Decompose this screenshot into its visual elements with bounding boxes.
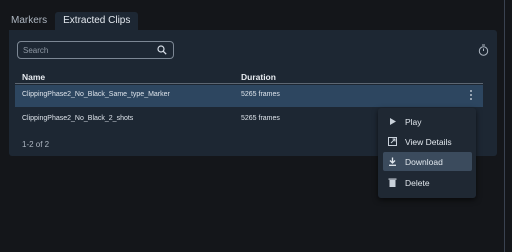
header-divider <box>15 83 483 84</box>
menu-item-label: Delete <box>405 178 430 188</box>
menu-item-download[interactable]: Download <box>383 152 472 171</box>
clip-name: ClippingPhase2_No_Black_2_shots <box>22 115 134 122</box>
more-options-icon[interactable] <box>469 90 473 102</box>
menu-item-label: View Details <box>405 137 452 147</box>
menu-item-play[interactable]: Play <box>383 112 472 131</box>
column-header-duration[interactable]: Duration <box>241 72 276 82</box>
menu-item-label: Download <box>405 157 443 167</box>
menu-item-label: Play <box>405 117 422 127</box>
search-icon[interactable] <box>157 45 167 55</box>
column-header-name[interactable]: Name <box>22 72 45 82</box>
context-menu: Play View Details Download Delete <box>378 108 476 198</box>
tab-markers[interactable]: Markers <box>3 12 55 30</box>
menu-item-delete[interactable]: Delete <box>383 173 472 192</box>
download-icon <box>389 157 396 166</box>
play-icon <box>390 118 396 125</box>
timer-icon[interactable] <box>478 44 489 56</box>
search-box[interactable] <box>17 41 174 59</box>
menu-item-view-details[interactable]: View Details <box>383 132 472 151</box>
tab-extracted-clips[interactable]: Extracted Clips <box>55 12 139 30</box>
clip-name: ClippingPhase2_No_Black_Same_type_Marker <box>22 91 170 98</box>
clip-duration: 5265 frames <box>241 115 280 122</box>
tab-bar: Markers Extracted Clips <box>3 12 139 30</box>
pagination-count: 1-2 of 2 <box>22 140 50 149</box>
clip-duration: 5265 frames <box>241 91 280 98</box>
trash-icon <box>388 178 397 187</box>
table-row[interactable]: ClippingPhase2_No_Black_Same_type_Marker… <box>15 85 483 107</box>
external-link-icon <box>388 137 397 146</box>
search-input[interactable] <box>23 42 151 58</box>
